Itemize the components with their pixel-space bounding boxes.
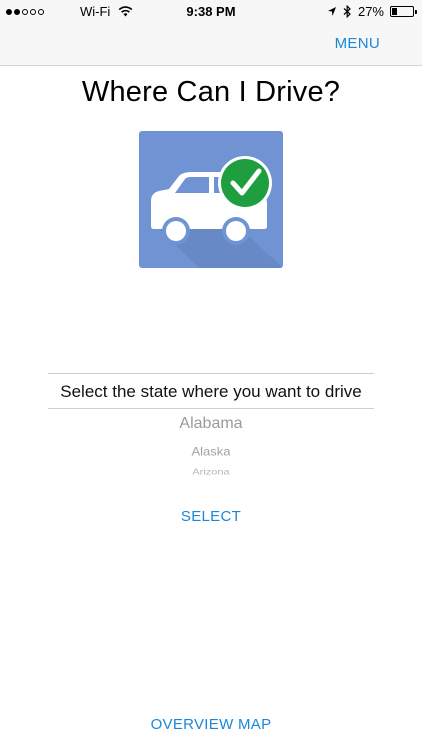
- picker-option[interactable]: Alabama: [48, 415, 374, 433]
- bluetooth-icon: [343, 5, 351, 18]
- page-title: Where Can I Drive?: [81, 76, 341, 108]
- battery-fill: [392, 8, 397, 15]
- battery-percent: 27%: [357, 4, 384, 19]
- picker-option[interactable]: Alaska: [48, 445, 374, 459]
- car-icon: [139, 131, 283, 268]
- location-arrow-icon: [327, 7, 336, 16]
- overview-map-button[interactable]: OVERVIEW MAP: [0, 716, 422, 733]
- status-right: 27%: [327, 4, 417, 19]
- battery-icon: [390, 6, 417, 17]
- picker-prompt: Select the state where you want to drive: [48, 373, 374, 409]
- state-picker: Select the state where you want to drive…: [48, 373, 374, 481]
- nav-bar: MENU: [0, 22, 422, 66]
- select-button[interactable]: SELECT: [0, 508, 422, 525]
- checkmark-icon: [218, 156, 272, 210]
- state-picker-wheel[interactable]: Alabama Alaska Arizona: [48, 409, 374, 481]
- status-bar: Wi-Fi 9:38 PM 27%: [0, 0, 422, 22]
- menu-button[interactable]: MENU: [335, 35, 380, 52]
- picker-option[interactable]: Arizona: [48, 468, 374, 477]
- app-logo: [139, 131, 283, 268]
